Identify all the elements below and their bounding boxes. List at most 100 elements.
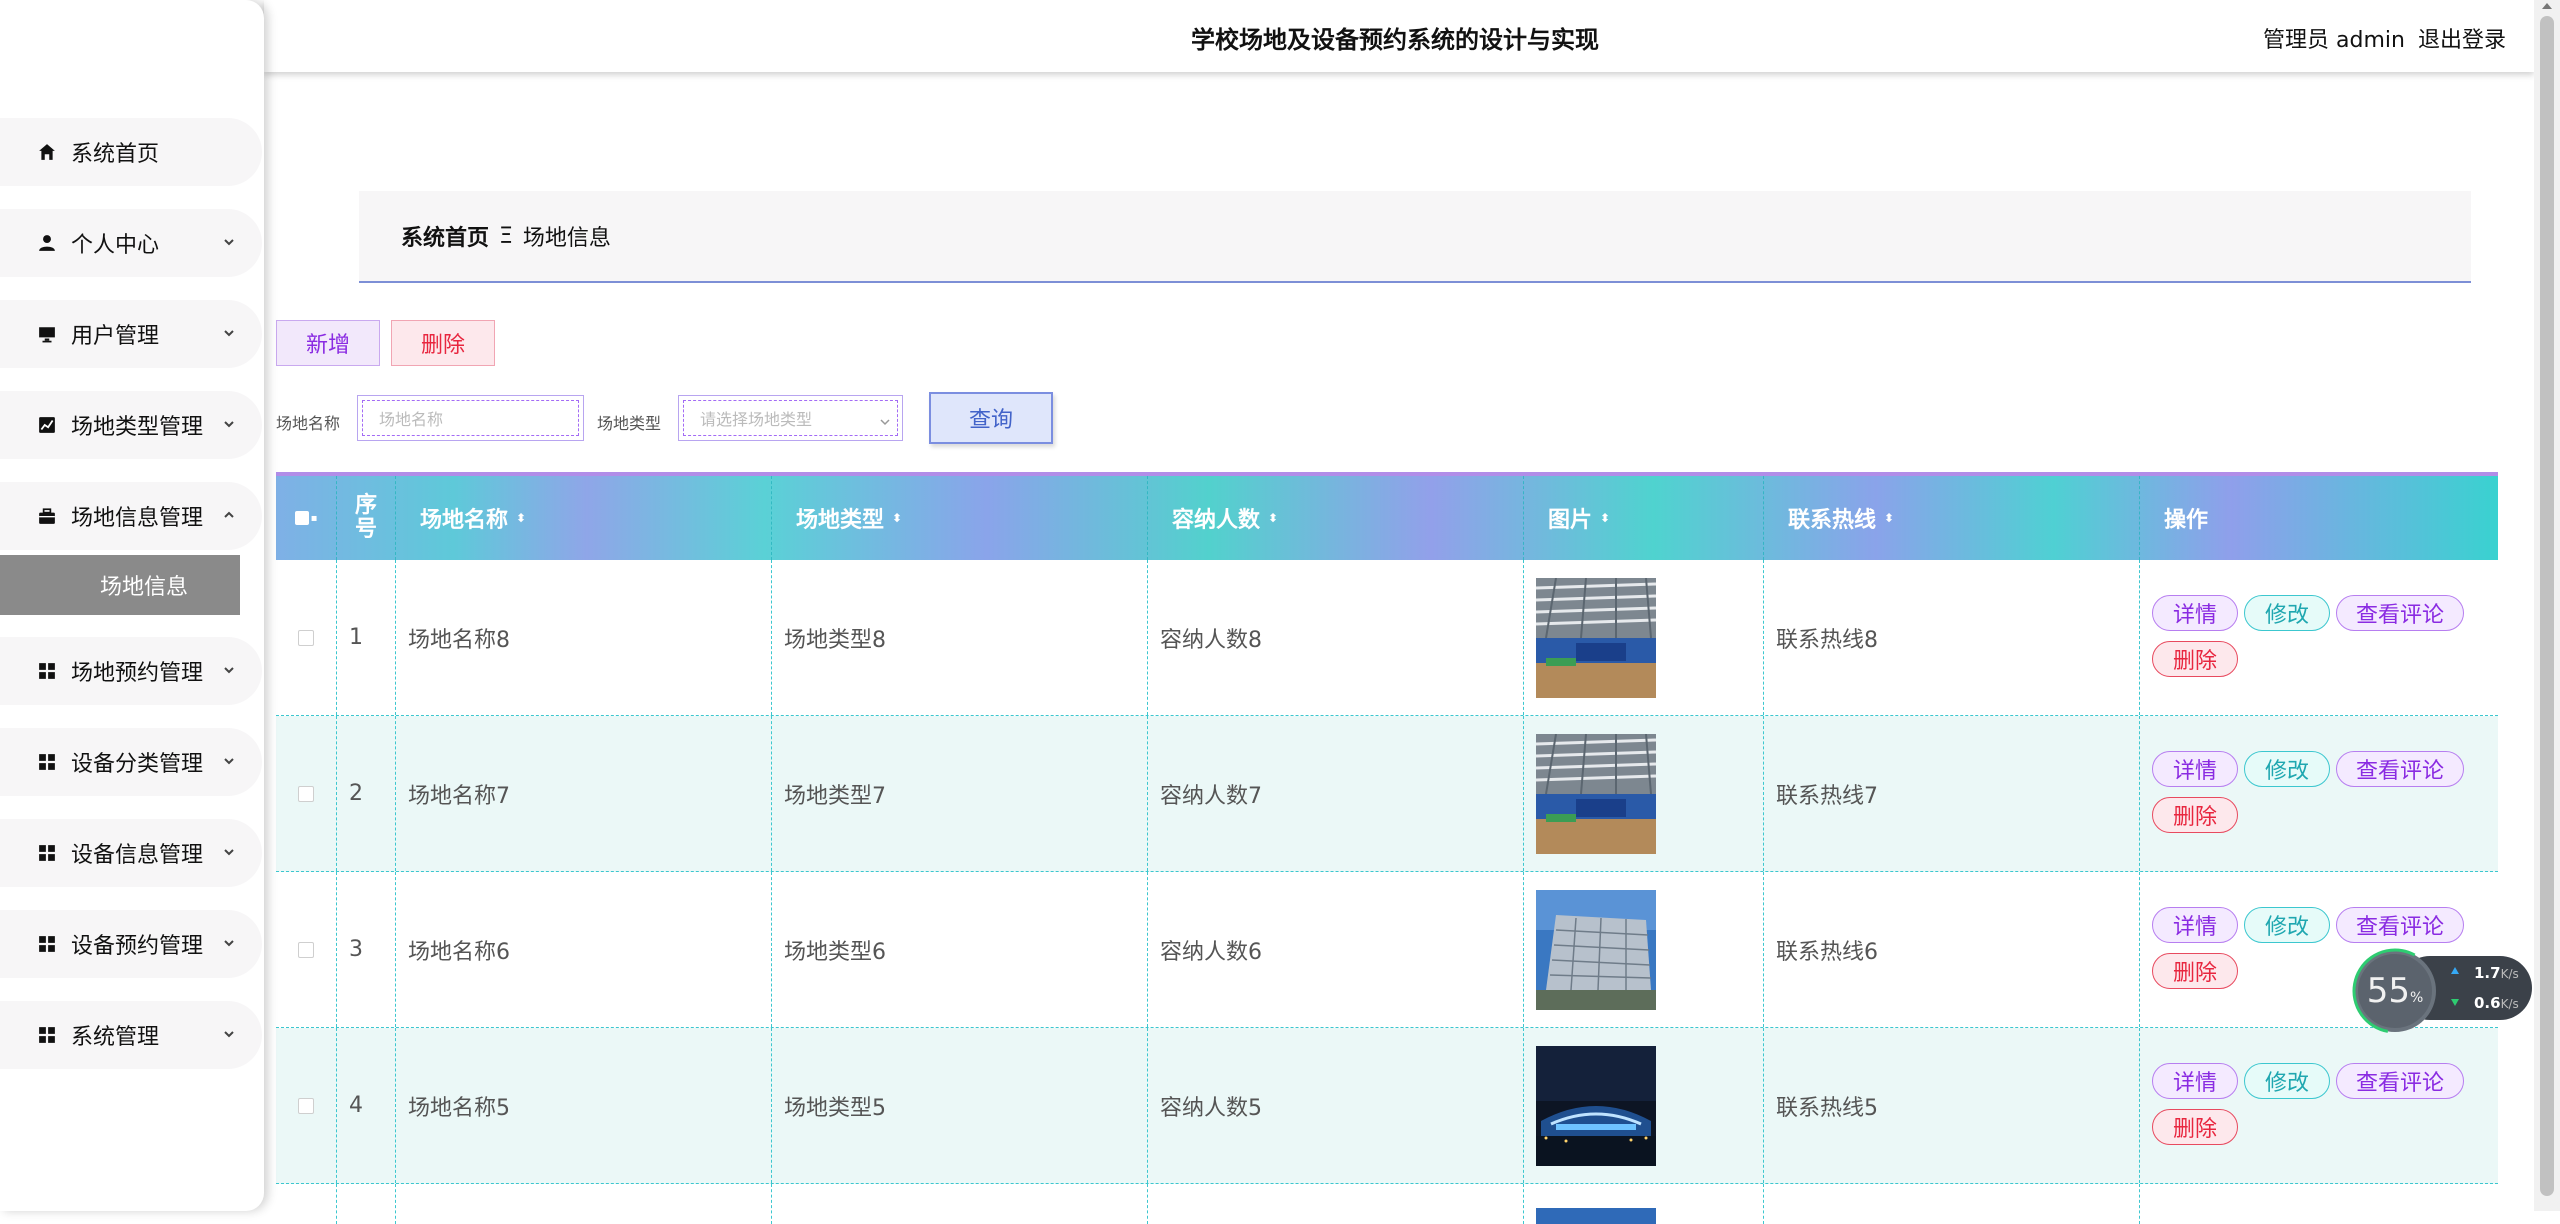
sidebar-item-venue-type-management[interactable]: 场地类型管理 [0, 391, 262, 459]
select-all-dropdown-icon[interactable]: ▪ [311, 513, 318, 524]
cell-phone: 联系热线6 [1764, 872, 2140, 1027]
cell-capacity [1148, 1184, 1524, 1224]
cell-venue-type: 场地类型5 [772, 1028, 1148, 1183]
scrollbar-thumb[interactable] [2540, 16, 2554, 1196]
th-venue-type-label: 场地类型 [796, 508, 885, 533]
cell-ops [2140, 1184, 2498, 1224]
view-reviews-button[interactable]: 查看评论 [2336, 595, 2464, 631]
venue-image[interactable] [1536, 1045, 1656, 1166]
sidebar-item-user-management[interactable]: 用户管理 [0, 300, 262, 368]
table-row: 2 场地名称7 场地类型7 容纳人数7 联系热线7 详情 修改 查看评论 删除 [276, 716, 2498, 872]
venue-type-select[interactable]: 请选择场地类型 [678, 395, 903, 441]
select-all-cell: ▪ [276, 476, 337, 560]
th-venue-name-label: 场地名称 [420, 508, 509, 533]
th-phone[interactable]: 联系热线 ⬍ [1764, 476, 2140, 560]
edit-button[interactable]: 修改 [2244, 1063, 2330, 1099]
detail-button[interactable]: 详情 [2152, 1063, 2238, 1099]
sidebar-item-home[interactable]: 系统首页 [0, 118, 262, 186]
detail-button[interactable]: 详情 [2152, 907, 2238, 943]
sidebar-item-equipment-info-management[interactable]: 设备信息管理 [0, 819, 262, 887]
row-checkbox-cell [276, 716, 337, 871]
chevron-down-icon [223, 843, 235, 856]
delete-button[interactable]: 删除 [2152, 797, 2238, 833]
row-checkbox[interactable] [298, 629, 314, 646]
sidebar-item-personal-center[interactable]: 个人中心 [0, 209, 262, 277]
table-row [276, 1184, 2498, 1224]
table-row: 1 场地名称8 场地类型8 容纳人数8 联系热线8 详情 修改 查看评论 删除 [276, 560, 2498, 716]
delete-button[interactable]: 删除 [2152, 953, 2238, 989]
sort-icon[interactable]: ⬍ [1268, 512, 1278, 524]
add-button[interactable]: 新增 [276, 320, 380, 366]
detail-button[interactable]: 详情 [2152, 595, 2238, 631]
sidebar-item-label: 个人中心 [71, 233, 160, 258]
logout-link[interactable]: 退出登录 [2418, 22, 2506, 54]
venue-image[interactable] [1536, 889, 1656, 1010]
sidebar-item-equipment-category-management[interactable]: 设备分类管理 [0, 728, 262, 796]
query-button[interactable]: 查询 [929, 392, 1053, 444]
sidebar-item-label: 设备分类管理 [71, 752, 204, 777]
scroll-up-arrow-icon[interactable] [2542, 3, 2552, 9]
sort-icon[interactable]: ⬍ [516, 512, 526, 524]
delete-button[interactable]: 删除 [2152, 641, 2238, 677]
batch-delete-button[interactable]: 删除 [391, 320, 495, 366]
breadcrumb: 系统首页 Ξ 场地信息 [359, 191, 2471, 283]
sidebar-item-label: 设备信息管理 [71, 843, 204, 868]
venue-name-input[interactable]: 场地名称 [357, 395, 584, 441]
view-reviews-button[interactable]: 查看评论 [2336, 1063, 2464, 1099]
sidebar-item-system-management[interactable]: 系统管理 [0, 1001, 262, 1069]
cell-venue-type: 场地类型6 [772, 872, 1148, 1027]
venue-type-placeholder: 请选择场地类型 [683, 400, 898, 436]
grid-icon [36, 842, 58, 864]
cell-venue-name: 场地名称6 [396, 872, 772, 1027]
cell-venue-name: 场地名称8 [396, 560, 772, 715]
row-checkbox-cell [276, 560, 337, 715]
sidebar-item-label: 场地预约管理 [71, 661, 204, 686]
upload-arrow-icon [2451, 967, 2459, 974]
page-scrollbar[interactable] [2534, 0, 2560, 1211]
chevron-down-icon [223, 233, 235, 246]
row-checkbox[interactable] [298, 785, 314, 802]
cell-phone: 联系热线5 [1764, 1028, 2140, 1183]
edit-button[interactable]: 修改 [2244, 907, 2330, 943]
table-header: ▪ 序号 场地名称 ⬍ 场地类型 ⬍ 容纳人数 ⬍ 图片 ⬍ 联系热线 ⬍ 操作 [276, 476, 2498, 560]
cell-phone [1764, 1184, 2140, 1224]
sort-icon[interactable]: ⬍ [1884, 512, 1894, 524]
cell-capacity: 容纳人数6 [1148, 872, 1524, 1027]
sort-icon[interactable]: ⬍ [1600, 512, 1610, 524]
th-image[interactable]: 图片 ⬍ [1524, 476, 1764, 560]
edit-button[interactable]: 修改 [2244, 751, 2330, 787]
cell-venue-name: 场地名称5 [396, 1028, 772, 1183]
breadcrumb-home[interactable]: 系统首页 [401, 220, 489, 252]
th-capacity[interactable]: 容纳人数 ⬍ [1148, 476, 1524, 560]
upload-unit: K/s [2500, 967, 2519, 981]
sidebar-item-venue-info-management[interactable]: 场地信息管理 [0, 482, 262, 550]
row-checkbox[interactable] [298, 1097, 314, 1114]
sidebar-item-equipment-booking-management[interactable]: 设备预约管理 [0, 910, 262, 978]
row-checkbox[interactable] [298, 941, 314, 958]
delete-button[interactable]: 删除 [2152, 1109, 2238, 1145]
venue-image[interactable] [1536, 733, 1656, 854]
chevron-up-icon [223, 506, 235, 518]
sidebar-item-venue-booking-management[interactable]: 场地预约管理 [0, 637, 262, 705]
th-venue-type[interactable]: 场地类型 ⬍ [772, 476, 1148, 560]
cell-venue-type: 场地类型7 [772, 716, 1148, 871]
venue-image[interactable] [1536, 1208, 1656, 1224]
detail-button[interactable]: 详情 [2152, 751, 2238, 787]
edit-button[interactable]: 修改 [2244, 595, 2330, 631]
chevron-down-icon [223, 752, 235, 765]
cell-index: 2 [337, 716, 396, 871]
venue-image[interactable] [1536, 577, 1656, 698]
sidebar-item-label: 场地信息管理 [71, 506, 204, 531]
sidebar-subitem-venue-info[interactable]: 场地信息 [0, 555, 240, 615]
cell-index: 3 [337, 872, 396, 1027]
view-reviews-button[interactable]: 查看评论 [2336, 907, 2464, 943]
network-speed-widget[interactable]: 1.7K/s 0.6K/s 55% [2350, 948, 2534, 1036]
sidebar-item-label: 系统首页 [71, 142, 160, 167]
cell-capacity: 容纳人数5 [1148, 1028, 1524, 1183]
select-all-checkbox[interactable] [294, 511, 309, 525]
sidebar-item-label: 场地类型管理 [71, 415, 204, 440]
sort-icon[interactable]: ⬍ [892, 512, 902, 524]
th-venue-name[interactable]: 场地名称 ⬍ [396, 476, 772, 560]
cell-image [1524, 1184, 1764, 1224]
view-reviews-button[interactable]: 查看评论 [2336, 751, 2464, 787]
